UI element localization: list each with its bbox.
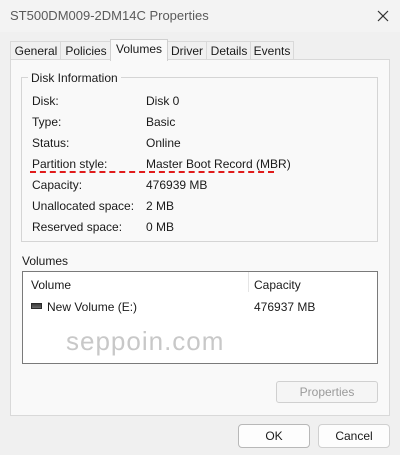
- tab-volumes[interactable]: Volumes: [110, 39, 168, 61]
- cancel-button[interactable]: Cancel: [318, 424, 390, 448]
- column-header-capacity[interactable]: Capacity: [254, 278, 301, 292]
- title-bar: ST500DM009-2DM14C Properties: [0, 0, 400, 32]
- close-icon: [377, 10, 389, 22]
- volumes-title: Volumes: [22, 254, 69, 268]
- tab-general[interactable]: General: [10, 41, 62, 60]
- properties-button[interactable]: Properties: [276, 381, 378, 403]
- partition-style-highlight: [30, 171, 274, 173]
- window-title: ST500DM009-2DM14C Properties: [10, 8, 209, 23]
- volume-capacity[interactable]: 476937 MB: [254, 300, 315, 314]
- tab-policies[interactable]: Policies: [60, 41, 112, 60]
- column-header-volume[interactable]: Volume: [31, 278, 71, 292]
- partition-style-value: Master Boot Record (MBR): [146, 157, 291, 171]
- type-value: Basic: [146, 115, 176, 129]
- type-label: Type:: [32, 115, 62, 129]
- close-button[interactable]: [368, 2, 398, 30]
- capacity-value: 476939 MB: [146, 178, 208, 192]
- unallocated-space-value: 2 MB: [146, 199, 175, 213]
- watermark: seppoin.com: [66, 326, 225, 356]
- tab-driver[interactable]: Driver: [166, 41, 208, 60]
- tab-details[interactable]: Details: [206, 41, 252, 60]
- capacity-label: Capacity:: [32, 178, 83, 192]
- column-divider[interactable]: [248, 272, 249, 292]
- status-value: Online: [146, 136, 181, 150]
- drive-icon: [31, 303, 42, 309]
- disk-value: Disk 0: [146, 94, 180, 108]
- tab-events[interactable]: Events: [250, 41, 294, 60]
- disk-information-legend: Disk Information: [28, 71, 121, 85]
- status-label: Status:: [32, 136, 70, 150]
- reserved-space-value: 0 MB: [146, 220, 175, 234]
- disk-label: Disk:: [32, 94, 59, 108]
- volume-name[interactable]: New Volume (E:): [47, 300, 137, 314]
- reserved-space-label: Reserved space:: [32, 220, 123, 234]
- partition-style-label: Partition style:: [32, 157, 108, 171]
- ok-button[interactable]: OK: [238, 424, 310, 448]
- unallocated-space-label: Unallocated space:: [32, 199, 135, 213]
